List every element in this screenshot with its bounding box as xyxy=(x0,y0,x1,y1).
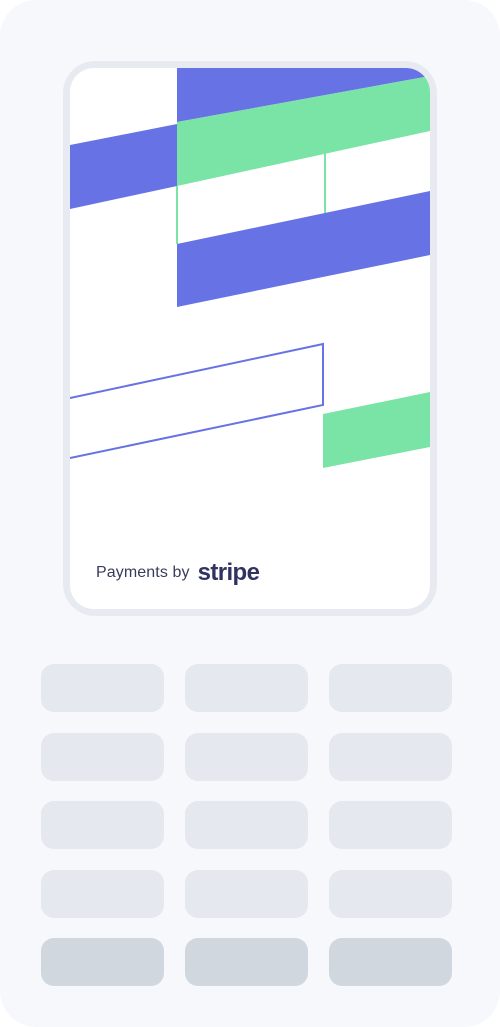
stripe-outline-purple xyxy=(70,342,324,459)
keypad-key[interactable] xyxy=(185,732,308,781)
payments-by-stripe: Payments by stripe xyxy=(96,558,260,588)
brand-caption: Payments by xyxy=(96,564,190,581)
keypad xyxy=(41,664,452,986)
stripe-band-purple-middle xyxy=(177,191,430,307)
keypad-key[interactable] xyxy=(41,869,164,918)
keypad-function-key[interactable] xyxy=(185,938,308,986)
keypad-key[interactable] xyxy=(329,732,452,781)
keypad-key[interactable] xyxy=(185,801,308,849)
payment-terminal: Payments by stripe xyxy=(0,0,500,1027)
keypad-key[interactable] xyxy=(41,732,164,781)
keypad-key[interactable] xyxy=(41,664,164,712)
brand-artwork xyxy=(70,68,430,468)
keypad-key[interactable] xyxy=(185,664,308,712)
stripe-band-green-bottom xyxy=(323,392,430,468)
keypad-key[interactable] xyxy=(185,869,308,918)
keypad-key[interactable] xyxy=(41,801,164,849)
stripe-logo: stripe xyxy=(197,559,260,586)
keypad-key[interactable] xyxy=(329,801,452,849)
stripe-band-purple-left xyxy=(70,124,177,209)
keypad-key[interactable] xyxy=(329,664,452,712)
keypad-key[interactable] xyxy=(329,869,452,918)
keypad-function-key[interactable] xyxy=(329,938,452,986)
terminal-screen: Payments by stripe xyxy=(70,68,430,609)
keypad-function-key[interactable] xyxy=(41,938,164,986)
